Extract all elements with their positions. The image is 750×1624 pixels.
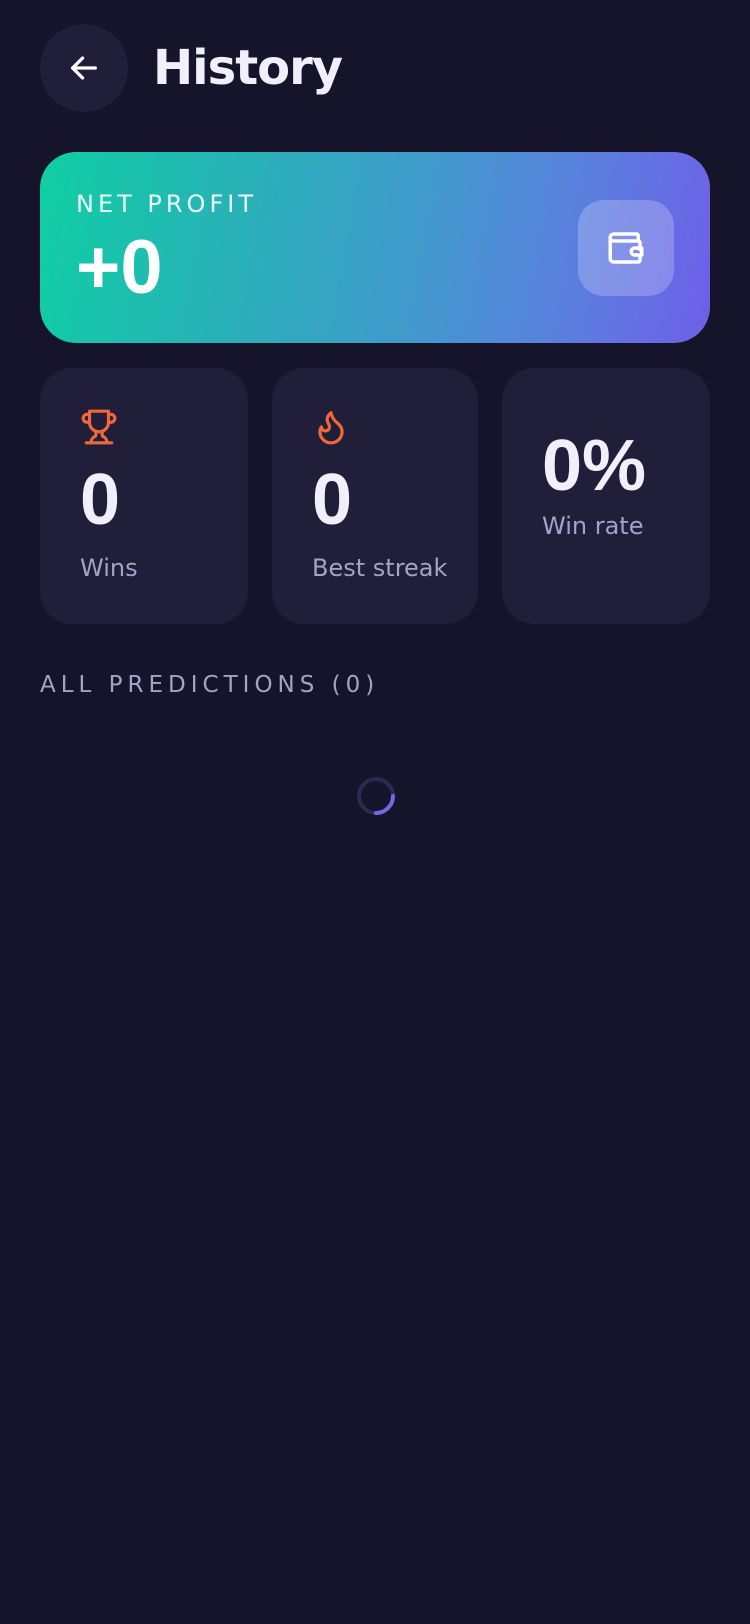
stat-card-win-rate: 0% Win rate	[502, 368, 710, 624]
wallet-button[interactable]	[578, 200, 674, 296]
loading-spinner-icon	[357, 777, 395, 815]
stat-card-best-streak: 0 Best streak	[272, 368, 478, 624]
stat-card-wins: 0 Wins	[40, 368, 248, 624]
best-streak-label: Best streak	[312, 554, 448, 582]
wins-value: 0	[80, 460, 121, 540]
page-title: History	[153, 40, 343, 96]
trophy-icon	[81, 409, 117, 445]
win-rate-label: Win rate	[542, 512, 644, 540]
net-profit-label: NET PROFIT	[76, 190, 257, 218]
win-rate-value: 0%	[542, 426, 647, 506]
all-predictions-heading: ALL PREDICTIONS (0)	[40, 672, 380, 698]
back-button[interactable]	[40, 24, 128, 112]
arrow-left-icon	[71, 56, 97, 80]
wallet-icon	[608, 232, 644, 264]
best-streak-value: 0	[312, 460, 353, 540]
wins-label: Wins	[80, 554, 138, 582]
header: History	[40, 24, 343, 112]
net-profit-value: +0	[76, 225, 163, 310]
net-profit-card: NET PROFIT +0	[40, 152, 710, 343]
flame-icon	[318, 411, 344, 445]
stats-row: 0 Wins 0 Best streak 0% Win rate	[40, 368, 710, 624]
